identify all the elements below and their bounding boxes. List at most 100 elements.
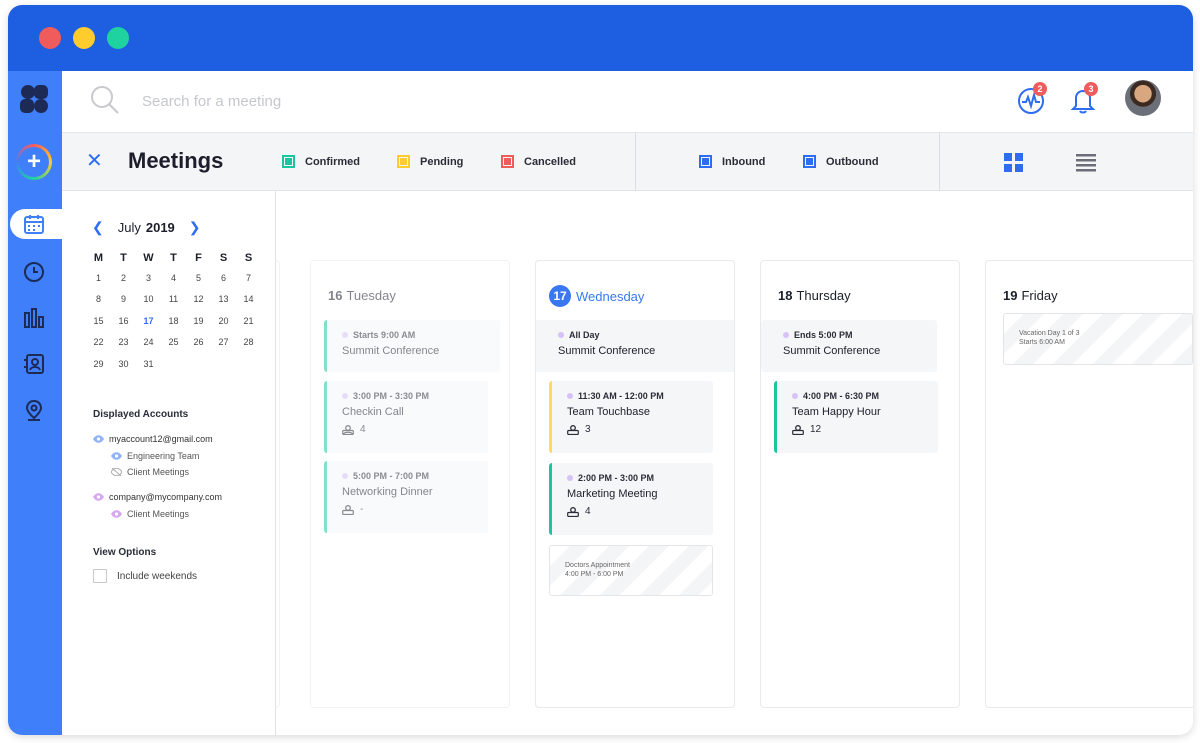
close-panel-button[interactable]: ✕ [86, 151, 103, 171]
next-month-chevron-icon[interactable]: ❯ [189, 219, 201, 236]
calendar-day[interactable]: 20 [211, 310, 236, 332]
notifications-badge: 3 [1084, 82, 1098, 96]
external-event-card[interactable]: Doctors Appointment 4:00 PM - 6:00 PM [549, 545, 713, 596]
meetings-toolbar: ✕ Meetings Confirmed Pending Cancelled I… [62, 133, 1193, 191]
calendar-day[interactable]: 21 [236, 310, 261, 332]
contacts-icon[interactable] [23, 353, 45, 375]
calendar-day[interactable]: 2 [111, 267, 136, 289]
calendar-day[interactable]: 11 [161, 289, 186, 311]
calendar-day[interactable]: 22 [86, 332, 111, 354]
calendar-day[interactable]: 3 [136, 267, 161, 289]
calendar-day[interactable]: 26 [186, 332, 211, 354]
calendar-day[interactable]: 10 [136, 289, 161, 311]
legend-outbound[interactable]: Outbound [803, 155, 879, 168]
event-time: Starts 9:00 AM [342, 330, 500, 340]
calendar-day[interactable]: 13 [211, 289, 236, 311]
calendar-day[interactable]: 16 [111, 310, 136, 332]
event-card[interactable]: All Day Summit Conference [536, 320, 734, 372]
calendar-name: Client Meetings [127, 509, 190, 519]
calendar-day[interactable]: 5 [186, 267, 211, 289]
calendar-day[interactable]: 29 [86, 353, 111, 375]
include-weekends-label: Include weekends [117, 570, 198, 582]
location-icon[interactable] [23, 399, 45, 421]
calendar-day[interactable]: 19 [186, 310, 211, 332]
calendar-day[interactable]: 31 [136, 353, 161, 375]
attendee-count: 4 [342, 424, 488, 435]
eye-hidden-icon[interactable] [111, 468, 122, 476]
calendar-item[interactable]: Client Meetings [111, 509, 189, 519]
calendar-day[interactable]: 1 [86, 267, 111, 289]
event-time: 5:00 PM - 7:00 PM [342, 471, 488, 481]
day-column-today[interactable]: 17 Wednesday All Day Summit Conference 1… [535, 260, 735, 708]
day-column[interactable]: 16 Tuesday Starts 9:00 AM Summit Confere… [310, 260, 510, 708]
include-weekends-checkbox[interactable] [93, 569, 107, 583]
add-meeting-button[interactable]: + [16, 144, 52, 180]
close-window-button[interactable] [39, 27, 61, 49]
grid-view-icon[interactable] [1004, 153, 1024, 173]
event-card[interactable]: 4:00 PM - 6:30 PM Team Happy Hour 12 [774, 381, 938, 453]
mini-calendar: M T W T F S S 1 2 3 4 5 6 7 8 9 10 11 12… [86, 249, 261, 375]
calendar-day[interactable]: 12 [186, 289, 211, 311]
attendees-icon [342, 504, 354, 515]
account-email: company@mycompany.com [109, 492, 223, 502]
analytics-icon[interactable] [23, 307, 45, 329]
account-item[interactable]: company@mycompany.com [93, 492, 222, 502]
event-card[interactable]: Ends 5:00 PM Summit Conference [761, 320, 937, 372]
day-column[interactable]: 19 Friday Vacation Day 1 of 3 Starts 6:0… [985, 260, 1193, 708]
include-weekends-option[interactable]: Include weekends [93, 569, 197, 583]
day-column[interactable]: 18 Thursday Ends 5:00 PM Summit Conferen… [760, 260, 960, 708]
calendar-icon[interactable] [23, 213, 45, 235]
calendar-day[interactable]: 9 [111, 289, 136, 311]
calendar-day[interactable]: 4 [161, 267, 186, 289]
event-card[interactable]: 3:00 PM - 3:30 PM Checkin Call 4 [324, 381, 488, 453]
calendar-day[interactable]: 7 [236, 267, 261, 289]
eye-icon[interactable] [93, 493, 104, 501]
calendar-day[interactable]: 6 [211, 267, 236, 289]
calendar-day[interactable]: 25 [161, 332, 186, 354]
calendar-day[interactable]: 15 [86, 310, 111, 332]
search-icon[interactable] [90, 85, 120, 115]
calendar-day[interactable]: 23 [111, 332, 136, 354]
calendar-day[interactable]: 28 [236, 332, 261, 354]
calendar-day[interactable]: 14 [236, 289, 261, 311]
calendar-day[interactable]: 24 [136, 332, 161, 354]
minimize-window-button[interactable] [73, 27, 95, 49]
user-avatar[interactable] [1125, 80, 1161, 116]
legend-swatch [803, 155, 816, 168]
account-item[interactable]: myaccount12@gmail.com [93, 434, 213, 444]
calendar-day[interactable]: 30 [111, 353, 136, 375]
external-event-card[interactable]: Vacation Day 1 of 3 Starts 6:00 AM [1003, 313, 1193, 365]
event-card[interactable]: 5:00 PM - 7:00 PM Networking Dinner - [324, 461, 488, 533]
weekday-label: W [143, 252, 154, 264]
legend-label: Pending [420, 155, 464, 168]
event-card[interactable]: 11:30 AM - 12:00 PM Team Touchbase 3 [549, 381, 713, 453]
day-name: Wednesday [576, 288, 645, 304]
calendar-day-today[interactable]: 17 [136, 310, 161, 332]
legend-cancelled[interactable]: Cancelled [501, 155, 576, 168]
legend-pending[interactable]: Pending [397, 155, 463, 168]
legend-confirmed[interactable]: Confirmed [282, 155, 360, 168]
legend-inbound[interactable]: Inbound [699, 155, 765, 168]
day-header: 19 Friday [1003, 288, 1058, 303]
legend-swatch [699, 155, 712, 168]
calendar-day[interactable]: 8 [86, 289, 111, 311]
legend-label: Inbound [722, 155, 766, 168]
eye-icon[interactable] [111, 452, 122, 460]
search-input[interactable] [142, 89, 542, 113]
calendar-day[interactable]: 27 [211, 332, 236, 354]
eye-icon[interactable] [93, 435, 104, 443]
clock-icon[interactable] [23, 261, 45, 283]
view-options-title: View Options [93, 547, 157, 558]
calendar-day[interactable]: 18 [161, 310, 186, 332]
calendar-item[interactable]: Engineering Team [111, 451, 199, 461]
divider [939, 133, 940, 191]
event-card[interactable]: 2:00 PM - 3:00 PM Marketing Meeting 4 [549, 463, 713, 535]
prev-month-chevron-icon[interactable]: ❮ [92, 219, 104, 236]
eye-icon[interactable] [111, 510, 122, 518]
legend-label: Outbound [826, 155, 879, 168]
list-view-icon[interactable] [1076, 153, 1096, 173]
maximize-window-button[interactable] [107, 27, 129, 49]
calendar-item[interactable]: Client Meetings [111, 467, 189, 477]
event-name: Marketing Meeting [567, 488, 658, 500]
event-card[interactable]: Starts 9:00 AM Summit Conference [324, 320, 500, 372]
